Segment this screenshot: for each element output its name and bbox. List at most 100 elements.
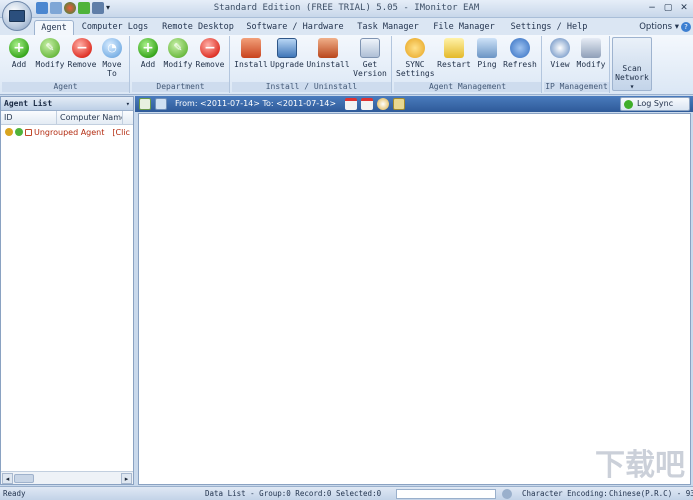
sync-settings-button[interactable]: SYNC Settings [396,38,435,78]
column-extra[interactable] [123,111,133,124]
maximize-button[interactable]: ▢ [661,2,675,14]
upgrade-button[interactable]: Upgrade [268,38,306,69]
tab-file-manager[interactable]: File Manager [432,20,496,35]
uninstall-button[interactable]: Uninstall [306,38,350,69]
move-to-icon [102,38,122,58]
department-remove-button[interactable]: Remove [194,38,226,69]
agent-group-hint: [Clic [112,127,130,137]
date-range-text: From: <2011-07-14> To: <2011-07-14> [175,99,337,108]
options-menu[interactable]: Options ▾ [639,20,679,35]
install-button[interactable]: Install [234,38,268,69]
watermark: 下载吧 [595,448,685,483]
horizontal-scrollbar[interactable]: ◂ ▸ [1,471,133,484]
help-icon[interactable]: ? [681,22,691,32]
status-ready: Ready [3,489,26,498]
status-encoding-value: Chinese(P.R.C) - 936 [609,489,693,498]
department-group-label: Department [132,82,229,92]
app-menu-button[interactable] [2,1,32,31]
ribbon-tabs: Agent Computer Logs Remote Desktop Softw… [0,18,693,35]
status-data-list: Data List - Group:0 Record:0 Selected:0 [205,489,382,498]
ping-icon [477,38,497,58]
tab-remote-desktop[interactable]: Remote Desktop [160,20,236,35]
close-button[interactable]: ✕ [677,2,691,14]
filter-icon[interactable] [393,98,405,110]
title-bar: ▾ Standard Edition (FREE TRIAL) 5.05 - I… [0,0,693,31]
agent-group: Add Modify Remove Move To Agent [2,36,130,93]
agent-group-name: Ungrouped Agent [34,127,105,137]
tab-agent[interactable]: Agent [34,20,74,35]
agent-remove-button[interactable]: Remove [66,38,98,69]
ip-modify-button[interactable]: Modify [574,38,608,69]
modify-icon [40,38,60,58]
excel-icon[interactable] [139,98,151,110]
ip-modify-icon [581,38,601,58]
online-status-icon [15,128,23,136]
agent-list-dropdown-icon[interactable]: ▾ [126,97,130,111]
ribbon: Add Modify Remove Move To Agent Add Modi… [0,35,693,95]
refresh-icon [510,38,530,58]
get-version-icon [360,38,380,58]
status-encoding-label: Character Encoding: [522,489,608,498]
calendar-to-icon[interactable] [361,98,373,110]
add-icon [138,38,158,58]
tab-computer-logs[interactable]: Computer Logs [80,20,150,35]
department-group: Add Modify Remove Department [132,36,230,93]
agent-add-button[interactable]: Add [4,38,34,69]
remove-icon [200,38,220,58]
status-bar: Ready Data List - Group:0 Record:0 Selec… [0,486,693,500]
view-icon [550,38,570,58]
agent-move-to-button[interactable]: Move To [100,38,124,78]
log-sync-button[interactable]: Log Sync [620,97,690,111]
agent-management-group-label: Agent Management [394,82,541,92]
sync-icon [624,100,633,109]
refresh-button[interactable]: Refresh [500,38,540,69]
calendar-from-icon[interactable] [345,98,357,110]
agent-list-header: Agent List ▾ [1,97,133,111]
monitor-icon [9,10,25,22]
tab-software-hardware[interactable]: Software / Hardware [246,20,344,35]
remove-icon [72,38,92,58]
agent-group-label: Agent [2,82,129,92]
log-content-area[interactable] [138,113,691,485]
restart-button[interactable]: Restart [436,38,472,69]
status-progress-box [396,489,496,499]
scan-network-button[interactable]: Scan Network ▾ [612,37,652,91]
install-icon [241,38,261,58]
clock-icon[interactable] [377,98,389,110]
modify-icon [168,38,188,58]
column-computer-name[interactable]: Computer Name [57,111,123,124]
column-id[interactable]: ID [1,111,57,124]
agent-management-group: SYNC Settings Restart Ping Refresh Agent… [394,36,542,93]
ip-management-group-label: IP Management [544,82,609,92]
minimize-button[interactable]: − [645,2,659,14]
get-version-button[interactable]: Get Version [352,38,388,78]
scroll-thumb[interactable] [14,474,34,483]
window-title: Standard Edition (FREE TRIAL) 5.05 - IMo… [213,3,480,13]
ping-button[interactable]: Ping [474,38,500,69]
status-indicator-icon [502,489,512,499]
agent-modify-button[interactable]: Modify [34,38,66,69]
restart-icon [444,38,464,58]
tab-task-manager[interactable]: Task Manager [356,20,420,35]
agent-list-panel: Agent List ▾ ID Computer Name Ungrouped … [0,96,134,485]
sync-icon [405,38,425,58]
install-group-label: Install / Uninstall [232,82,391,92]
log-toolbar: From: <2011-07-14> To: <2011-07-14> Log … [135,96,693,112]
ip-view-button[interactable]: View [546,38,574,69]
uninstall-icon [318,38,338,58]
agent-list-columns: ID Computer Name [1,111,133,125]
ip-management-group: View Modify IP Management [544,36,610,93]
tab-settings-help[interactable]: Settings / Help [508,20,590,35]
upgrade-icon [277,38,297,58]
department-add-button[interactable]: Add [134,38,162,69]
window-controls: − ▢ ✕ [645,2,691,14]
list-item[interactable]: Ungrouped Agent [Clic [1,125,133,139]
add-icon [9,38,29,58]
scroll-left-icon[interactable]: ◂ [2,473,13,484]
group-icon [5,128,13,136]
scroll-right-icon[interactable]: ▸ [121,473,132,484]
checkbox-icon[interactable] [25,128,32,136]
install-group: Install Upgrade Uninstall Get Version In… [232,36,392,93]
department-modify-button[interactable]: Modify [162,38,194,69]
export-icon[interactable] [155,98,167,110]
